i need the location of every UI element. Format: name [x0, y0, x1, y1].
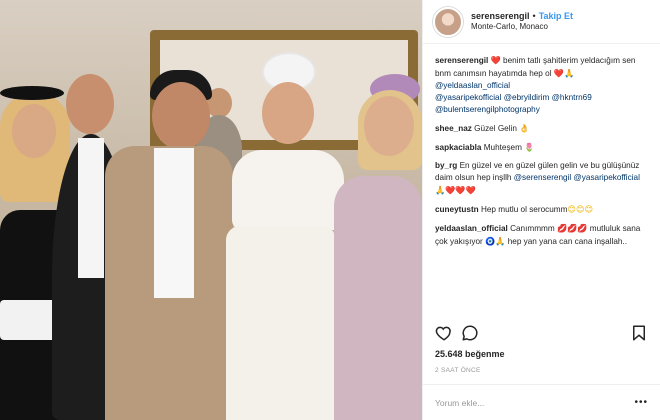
comment-text: Hep mutlu ol serocumm: [478, 205, 568, 214]
comment-text: Güzel Gelin: [471, 124, 520, 133]
comment-text: hep yan yana can cana inşallah..: [505, 237, 627, 246]
bride-head: [262, 82, 314, 144]
post-photo[interactable]: [0, 0, 422, 420]
more-options-icon[interactable]: •••: [634, 397, 648, 408]
mention-link[interactable]: @bulentserengilphotography: [435, 105, 540, 114]
bride-top: [232, 150, 344, 230]
man-beige-head: [152, 82, 210, 150]
comment-emoji: 💋💋💋: [556, 223, 588, 233]
comment-emoji: 😊😊😊: [567, 204, 594, 214]
man-bald-head: [66, 74, 114, 134]
comment-emoji: 🧿🙏: [485, 236, 506, 246]
post-sidebar: serenserengil • Takip Et Monte-Carlo, Mona…: [422, 0, 660, 420]
header-username[interactable]: serenserengil: [471, 11, 530, 21]
comment-bubble-icon[interactable]: [461, 324, 479, 342]
comment-username[interactable]: yeldaaslan_official: [435, 224, 508, 233]
caption-username[interactable]: serenserengil: [435, 56, 488, 65]
location-link[interactable]: Monte-Carlo, Monaco: [471, 22, 573, 32]
woman-right-face: [364, 96, 414, 156]
woman-left-face: [12, 104, 56, 158]
heart-emoji: ❤️: [490, 55, 501, 65]
comment-composer: •••: [423, 384, 660, 420]
mention-link[interactable]: @ebryildirim: [504, 93, 550, 102]
avatar[interactable]: [433, 6, 463, 37]
caption: serenserengil ❤️ benim tatlı şahitlerim …: [435, 54, 648, 116]
mention-link[interactable]: @hkntrn69: [552, 93, 592, 102]
woman-right-dress: [334, 176, 422, 420]
comment-item: by_rg En güzel ve en güzel gülen gelin v…: [435, 160, 648, 197]
comment-input[interactable]: [435, 397, 615, 408]
mention-link[interactable]: @serenserengil: [514, 173, 571, 182]
bookmark-icon[interactable]: [630, 324, 648, 342]
caption-emoji: ❤️🙏: [553, 68, 575, 78]
comment-emoji: 🌷: [524, 142, 535, 152]
comment-emoji: 🙏❤️❤️❤️: [435, 185, 476, 195]
like-count[interactable]: 25.648 beğenme: [435, 349, 505, 359]
heart-outline-icon[interactable]: [435, 324, 453, 342]
bride-dress: [226, 226, 336, 420]
comment-username[interactable]: shee_naz: [435, 124, 472, 133]
post-header: serenserengil • Takip Et Monte-Carlo, Mona…: [423, 0, 660, 44]
mention-link[interactable]: @yasaripekofficial: [574, 173, 640, 182]
comment-item: cuneytustn Hep mutlu ol serocumm😊😊😊: [435, 203, 648, 216]
follow-button[interactable]: Takip Et: [539, 11, 573, 21]
action-bar: [435, 324, 648, 344]
fascinator-hat: [0, 86, 64, 100]
comment-item: shee_naz Güzel Gelin 👌: [435, 122, 648, 135]
comments-list: serenserengil ❤️ benim tatlı şahitlerim …: [423, 44, 660, 302]
post-timestamp[interactable]: 2 SAAT ÖNCE: [435, 367, 481, 374]
mention-link[interactable]: @yeldaaslan_official: [435, 81, 510, 90]
comment-text: Canımmmm: [507, 224, 557, 233]
mention-link[interactable]: @yasaripekofficial: [435, 93, 501, 102]
comment-username[interactable]: cuneytustn: [435, 205, 479, 214]
header-separator: •: [532, 10, 536, 21]
comment-emoji: 👌: [519, 123, 530, 133]
comment-item: sapkaciabla Muhteşem 🌷: [435, 141, 648, 154]
comment-item: yeldaaslan_official Canımmmm 💋💋💋 mutlulu…: [435, 222, 648, 248]
comment-text: Muhteşem: [481, 143, 525, 152]
comment-username[interactable]: by_rg: [435, 161, 457, 170]
man-beige-shirt: [154, 148, 194, 298]
comment-username[interactable]: sapkaciabla: [435, 143, 481, 152]
man-bald-shirt: [78, 138, 104, 278]
